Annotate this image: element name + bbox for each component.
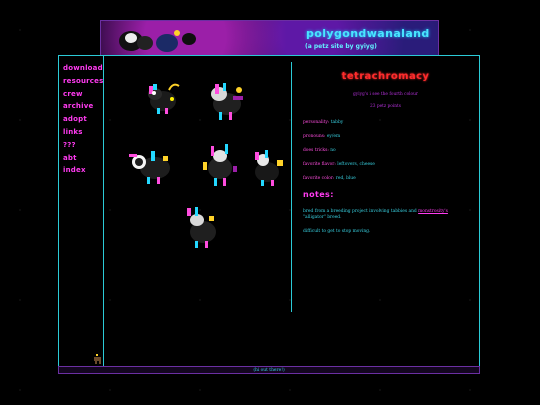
field-color: favorite color: red, blue [303,176,468,182]
pet-sprite-4 [203,144,237,186]
pet-sprite-2 [211,83,243,120]
note-2: difficult to get to stop moving. [303,229,468,235]
pet-name: tetrachromacy [341,71,430,82]
pet-profile: tetrachromacy gyiyg's i see the fourth c… [303,66,468,244]
pet-sprite-1 [148,83,180,114]
pixel-pet-icon [94,354,101,364]
field-value: ey/em [326,134,341,140]
field-label: does tricks: [303,147,329,153]
site-banner: polygondwanaland (a petz site by gyiyg) [100,20,439,56]
pet-sprites-area [105,56,291,366]
field-label: pronouns: [303,134,326,140]
note-link[interactable]: monstrosity's [418,209,448,214]
nav-link-download[interactable]: download [63,62,103,75]
nav-link-links[interactable]: links [63,126,103,139]
note-text: "alligator" breed. [303,214,342,220]
field-personality: personality: tabby [303,120,468,126]
nav-link-adopt[interactable]: adopt [63,113,103,126]
footer-text: (hi out there!) [253,368,285,373]
footer-bar: (hi out there!) [58,366,480,374]
nav-link-crew[interactable]: crew [63,88,103,101]
nav-link-abt[interactable]: abt [63,152,103,165]
field-pronouns: pronouns: ey/em [303,134,468,140]
nav-link-archive[interactable]: archive [63,100,103,113]
sidebar: download resources crew archive adopt li… [59,56,104,366]
sidebar-nav: download resources crew archive adopt li… [59,62,103,177]
pet-caption: gyiyg's i see the fourth colour [353,91,418,97]
pet-points: 23 petz points [370,104,401,110]
content-divider [291,62,292,312]
pet-sprite-6 [187,207,216,248]
pet-sprite-3 [129,151,170,184]
nav-link-resources[interactable]: resources [63,75,103,88]
field-label: personality: [303,120,330,126]
field-value: no [330,147,336,153]
field-flavor: favorite flavor: leftovers, cheese [303,162,468,168]
nav-link-mystery[interactable]: ??? [63,139,103,152]
nav-link-index[interactable]: index [63,164,103,177]
pet-sprite-5 [255,150,283,186]
field-value: tabby [330,120,344,126]
field-value: red, blue [335,175,356,181]
note-text: bred from a breeding project involving t… [303,208,419,214]
note-1: bred from a breeding project involving t… [303,209,468,221]
notes-heading: notes: [303,189,334,199]
notes-section: bred from a breeding project involving t… [303,209,468,236]
field-value: leftovers, cheese [337,161,375,167]
field-tricks: does tricks: no [303,148,468,154]
note-text: difficult to get to stop moving. [303,229,371,235]
field-label: favorite color: [303,175,335,181]
site-title: polygondwanaland [306,27,430,40]
site-subtitle: (a petz site by gyiyg) [305,43,377,50]
field-label: favorite flavor: [303,161,336,167]
banner-pets-image [119,30,196,52]
